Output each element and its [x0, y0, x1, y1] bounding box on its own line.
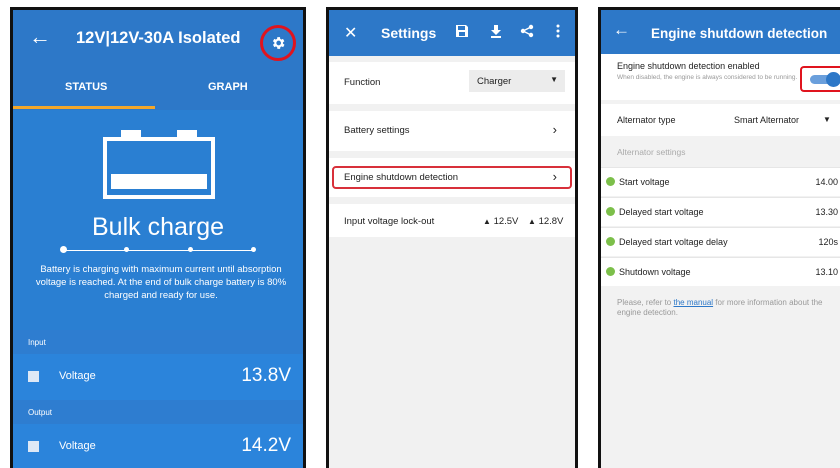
section-label: Input [28, 338, 46, 347]
battery-icon [103, 130, 215, 202]
function-select[interactable]: Charger ▼ [469, 70, 565, 92]
toggle-highlight-ring [800, 66, 840, 92]
share-icon[interactable] [520, 24, 534, 38]
setting-row[interactable]: Start voltage 14.00 [601, 167, 840, 196]
charge-progress-track [63, 250, 253, 251]
row-label: Voltage [59, 440, 96, 452]
check-icon [606, 177, 615, 186]
battery-settings-label: Battery settings [344, 125, 410, 136]
output-icon [28, 441, 39, 452]
save-icon[interactable] [455, 24, 469, 38]
tab-status[interactable]: STATUS [65, 81, 107, 93]
input-voltage-value: 13.8V [241, 365, 291, 386]
section-label: Output [28, 408, 53, 417]
manual-note: Please, refer to the manual for more inf… [617, 298, 832, 318]
settings-list: Function Charger ▼ Battery settings › En… [329, 56, 575, 468]
tab-graph[interactable]: GRAPH [208, 81, 248, 93]
back-arrow-icon[interactable]: ← [613, 20, 630, 40]
phone-screen-status: ← 12V|12V-30A Isolated STATUS GRAPH Bulk… [10, 7, 306, 468]
toggle-title: Engine shutdown detection enabled [617, 61, 760, 71]
page-title: Settings [381, 25, 437, 41]
manual-link[interactable]: the manual [673, 298, 713, 307]
setting-value: 120s [818, 237, 838, 247]
engine-detection-toggle-row: Engine shutdown detection enabled When d… [601, 54, 840, 100]
function-row[interactable]: Function Charger ▼ [329, 62, 575, 104]
phone-screen-engine-shutdown: ← Engine shutdown detection Engine shutd… [598, 7, 840, 468]
app-bar: ✕ Settings [329, 10, 575, 56]
state-description: Battery is charging with maximum current… [35, 264, 287, 301]
chevron-right-icon: › [552, 122, 557, 137]
setting-label: Start voltage [619, 177, 670, 187]
note-text: Please, refer to [617, 298, 674, 307]
progress-step [124, 247, 129, 252]
phone-screen-settings: ✕ Settings Function Charger ▼ Battery se… [326, 7, 578, 468]
gear-icon[interactable] [270, 35, 286, 51]
tab-bar: STATUS GRAPH [13, 68, 303, 110]
toggle-knob[interactable] [826, 72, 840, 87]
setting-label: Shutdown voltage [619, 267, 691, 277]
check-icon [606, 207, 615, 216]
battery-settings-row[interactable]: Battery settings › [329, 111, 575, 151]
dropdown-arrow-icon: ▼ [550, 75, 558, 84]
bell-icon: ▲ [483, 217, 491, 226]
alternator-type-label: Alternator type [617, 115, 676, 125]
section-output: Output [13, 400, 303, 424]
charge-state: Bulk charge [91, 213, 225, 241]
check-icon [606, 237, 615, 246]
download-icon[interactable] [489, 24, 503, 38]
input-lockout-row[interactable]: Input voltage lock-out ▲ 12.5V ▲ 12.8V [329, 204, 575, 237]
engine-settings-list: Engine shutdown detection enabled When d… [601, 54, 840, 468]
setting-value: 13.10 [815, 267, 838, 277]
setting-label: Delayed start voltage [619, 207, 704, 217]
settings-highlight-ring [260, 25, 296, 61]
bell-icon: ▲ [528, 217, 536, 226]
back-arrow-icon[interactable]: ← [29, 24, 51, 50]
status-panel: Bulk charge Battery is charging with max… [13, 110, 303, 330]
function-value: Charger [477, 76, 512, 87]
toggle-subtitle: When disabled, the engine is always cons… [617, 74, 798, 81]
output-voltage-value: 14.2V [241, 435, 291, 456]
output-voltage-row: Voltage 14.2V [13, 424, 303, 468]
row-label: Voltage [59, 370, 96, 382]
alternator-type-row[interactable]: Alternator type Smart Alternator ▼ [601, 104, 840, 136]
close-icon[interactable]: ✕ [344, 23, 357, 43]
check-icon [606, 267, 615, 276]
lockout-low: ▲ 12.5V [483, 216, 519, 227]
more-icon[interactable] [555, 24, 561, 38]
input-voltage-row: Voltage 13.8V [13, 354, 303, 400]
lockout-label: Input voltage lock-out [344, 216, 435, 227]
alternator-type-value[interactable]: Smart Alternator [734, 115, 799, 125]
engine-shutdown-highlight [332, 166, 572, 189]
device-title: 12V|12V-30A Isolated [76, 29, 241, 47]
alternator-settings-header: Alternator settings [617, 147, 686, 157]
dropdown-arrow-icon: ▼ [823, 115, 831, 124]
setting-row[interactable]: Delayed start voltage 13.30 [601, 197, 840, 226]
input-icon [28, 371, 39, 382]
setting-row[interactable]: Shutdown voltage 13.10 [601, 257, 840, 286]
setting-value: 13.30 [815, 207, 838, 217]
setting-label: Delayed start voltage delay [619, 237, 728, 247]
progress-step [188, 247, 193, 252]
app-bar: ← Engine shutdown detection [601, 10, 840, 54]
tab-indicator [13, 106, 155, 109]
app-bar: ← 12V|12V-30A Isolated [13, 10, 303, 68]
setting-value: 14.00 [815, 177, 838, 187]
setting-row[interactable]: Delayed start voltage delay 120s [601, 227, 840, 256]
progress-step-current [60, 246, 67, 253]
section-input: Input [13, 330, 303, 354]
lockout-high: ▲ 12.8V [528, 216, 564, 227]
progress-step [251, 247, 256, 252]
page-title: Engine shutdown detection [651, 26, 828, 41]
function-label: Function [344, 77, 381, 88]
